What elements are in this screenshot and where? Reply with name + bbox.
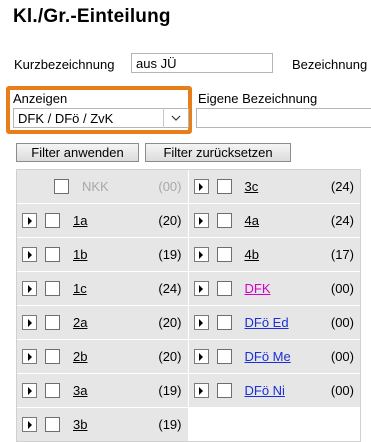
group-checkbox[interactable] — [45, 281, 60, 296]
group-cell: 3b (19) — [17, 408, 189, 441]
filter-reset-button[interactable]: Filter zurücksetzen — [145, 143, 291, 162]
group-checkbox[interactable] — [216, 179, 232, 194]
group-count: (24) — [330, 179, 354, 194]
kurzbezeichnung-label: Kurzbezeichnung — [14, 57, 115, 72]
expand-arrow-icon[interactable] — [193, 281, 209, 296]
group-cell: NKK (00) — [17, 170, 189, 203]
group-link-dfo[interactable]: DFö Ni — [245, 383, 285, 398]
group-cell: 4b (17) — [189, 238, 361, 271]
group-cell: 1a (20) — [17, 204, 189, 237]
expand-arrow-icon[interactable] — [22, 247, 37, 262]
group-count: (00) — [330, 349, 354, 364]
group-count: (19) — [158, 383, 182, 398]
group-cell: DFK (00) — [189, 272, 361, 305]
grid-row: 3b (19) — [17, 408, 360, 441]
class-group-grid: NKK (00) 3c (24) 1a (20) 4a (24) 1b (19)… — [16, 169, 361, 442]
expand-arrow-icon[interactable] — [193, 383, 209, 398]
group-cell: 3a (19) — [17, 374, 189, 407]
group-link[interactable]: 1b — [73, 247, 87, 262]
group-cell: DFö Ni (00) — [189, 374, 361, 407]
grid-row: 1a (20) 4a (24) — [17, 204, 360, 238]
group-checkbox[interactable] — [216, 247, 232, 262]
grid-row: NKK (00) 3c (24) — [17, 170, 360, 204]
group-count: (17) — [330, 247, 354, 262]
expand-arrow-icon[interactable] — [22, 383, 37, 398]
group-cell: 2a (20) — [17, 306, 189, 339]
group-link[interactable]: 3b — [73, 417, 87, 432]
group-checkbox[interactable] — [45, 417, 60, 432]
group-link[interactable]: 4b — [245, 247, 259, 262]
grid-row: 2a (20) DFö Ed (00) — [17, 306, 360, 340]
expand-arrow-icon[interactable] — [22, 281, 37, 296]
expand-arrow-icon[interactable] — [193, 315, 209, 330]
group-count: (19) — [158, 247, 182, 262]
expand-arrow-icon[interactable] — [193, 213, 209, 228]
group-cell: DFö Me (00) — [189, 340, 361, 373]
group-link[interactable]: 2b — [73, 349, 87, 364]
group-link-dfk[interactable]: DFK — [245, 281, 271, 296]
kurzbezeichnung-input[interactable] — [131, 53, 273, 73]
anzeigen-selected-value: DFK / DFö / ZvK — [18, 111, 114, 126]
eigene-bezeichnung-input[interactable] — [196, 108, 371, 128]
group-checkbox[interactable] — [45, 383, 60, 398]
grid-row: 2b (20) DFö Me (00) — [17, 340, 360, 374]
group-link-dfo[interactable]: DFö Ed — [245, 315, 289, 330]
group-link-dfo[interactable]: DFö Me — [245, 349, 291, 364]
group-count: (00) — [330, 383, 354, 398]
group-cell: DFö Ed (00) — [189, 306, 361, 339]
group-checkbox[interactable] — [216, 383, 232, 398]
group-name: NKK — [82, 179, 109, 194]
group-count: (24) — [158, 281, 182, 296]
group-checkbox[interactable] — [54, 179, 69, 194]
empty-cell — [188, 408, 360, 441]
expand-arrow-icon[interactable] — [193, 349, 209, 364]
expand-arrow-icon[interactable] — [22, 349, 37, 364]
page-title: Kl./Gr.-Einteilung — [13, 6, 171, 27]
group-cell: 1c (24) — [17, 272, 189, 305]
group-cell: 3c (24) — [189, 170, 361, 203]
group-count: (00) — [158, 179, 182, 194]
group-link[interactable]: 1c — [73, 281, 87, 296]
group-cell: 4a (24) — [189, 204, 361, 237]
group-link[interactable]: 3c — [245, 179, 259, 194]
anzeigen-label: Anzeigen — [13, 91, 68, 106]
group-link[interactable]: 2a — [73, 315, 87, 330]
group-checkbox[interactable] — [216, 315, 232, 330]
chevron-down-icon[interactable] — [163, 108, 188, 128]
group-count: (00) — [330, 281, 354, 296]
group-checkbox[interactable] — [216, 281, 232, 296]
group-count: (20) — [158, 349, 182, 364]
expand-arrow-icon[interactable] — [193, 247, 209, 262]
filter-apply-button[interactable]: Filter anwenden — [16, 143, 139, 162]
bezeichnung-label: Bezeichnung — [292, 57, 368, 72]
expand-arrow-icon[interactable] — [22, 213, 37, 228]
eigene-bezeichnung-label: Eigene Bezeichnung — [198, 91, 318, 106]
grid-row: 1b (19) 4b (17) — [17, 238, 360, 272]
group-checkbox[interactable] — [45, 247, 60, 262]
group-checkbox[interactable] — [45, 349, 60, 364]
grid-row: 1c (24) DFK (00) — [17, 272, 360, 306]
group-link[interactable]: 3a — [73, 383, 87, 398]
group-checkbox[interactable] — [45, 315, 60, 330]
expand-arrow-icon[interactable] — [22, 417, 37, 432]
expand-arrow-icon[interactable] — [22, 315, 37, 330]
grid-row: 3a (19) DFö Ni (00) — [17, 374, 360, 408]
expand-arrow-icon[interactable] — [193, 179, 209, 194]
group-cell: 2b (20) — [17, 340, 189, 373]
group-count: (20) — [158, 213, 182, 228]
group-checkbox[interactable] — [45, 213, 60, 228]
group-count: (20) — [158, 315, 182, 330]
group-link[interactable]: 1a — [73, 213, 87, 228]
group-checkbox[interactable] — [216, 349, 232, 364]
group-checkbox[interactable] — [216, 213, 232, 228]
group-count: (00) — [330, 315, 354, 330]
group-count: (19) — [158, 417, 182, 432]
group-count: (24) — [330, 213, 354, 228]
group-cell: 1b (19) — [17, 238, 189, 271]
group-link[interactable]: 4a — [245, 213, 259, 228]
